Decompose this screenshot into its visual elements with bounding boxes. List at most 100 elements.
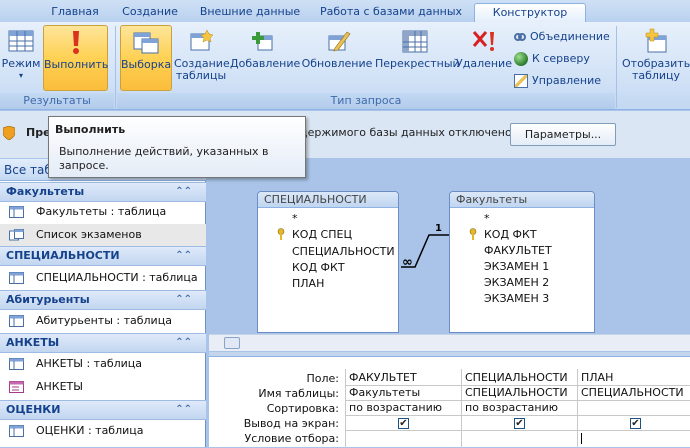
show-checkbox[interactable]: ✔	[398, 418, 409, 429]
collapse-chevron-icon: ⌃⌃	[175, 337, 192, 348]
tab-home[interactable]: Главная	[44, 3, 106, 22]
update-button[interactable]: Обновление	[300, 25, 374, 91]
grid-cell-sort[interactable]: по возрастанию	[462, 400, 576, 415]
nav-group-applicants[interactable]: Абитурьенты ⌃⌃	[0, 290, 206, 310]
message-prefix: Пре	[26, 126, 51, 139]
tooltip: Выполнить Выполнение действий, указанных…	[48, 116, 306, 178]
show-checkbox[interactable]: ✔	[514, 418, 525, 429]
crosstab-icon	[402, 30, 428, 53]
view-label: Режим	[1, 57, 41, 70]
grid-cell-field[interactable]: СПЕЦИАЛЬНОСТИ	[462, 370, 576, 385]
table-specialties[interactable]: СПЕЦИАЛЬНОСТИ * КОД СПЕЦ СПЕЦИАЛЬНОСТИ К…	[257, 191, 399, 333]
exclamation-icon	[72, 31, 79, 54]
field[interactable]: *	[484, 212, 490, 225]
run-button[interactable]: Выполнить	[43, 25, 108, 91]
append-icon	[252, 32, 273, 51]
grid-line	[345, 415, 690, 416]
show-checkbox[interactable]: ✔	[630, 418, 641, 429]
field[interactable]: *	[292, 212, 298, 225]
make-table-button[interactable]: Создание таблицы	[174, 25, 230, 91]
ddl-pencil-icon	[514, 74, 528, 88]
ribbon: Режим ▾ Выполнить Результаты Выборка Соз…	[0, 22, 690, 110]
nav-item[interactable]: Факультеты : таблица	[0, 201, 206, 223]
delete-button[interactable]: Удаление	[456, 25, 512, 91]
passthrough-button[interactable]: К серверу	[514, 50, 590, 68]
delete-label: Удаление	[456, 57, 512, 70]
field[interactable]: КОД ФКТ	[292, 261, 345, 274]
table-faculties[interactable]: Факультеты * КОД ФКТ ФАКУЛЬТЕТ ЭКЗАМЕН 1…	[449, 191, 595, 333]
field[interactable]: ФАКУЛЬТЕТ	[484, 244, 552, 257]
field[interactable]: СПЕЦИАЛЬНОСТИ	[292, 245, 395, 258]
key-icon	[277, 228, 285, 240]
grid-cell-criteria[interactable]	[578, 430, 690, 445]
table-icon	[9, 272, 24, 284]
nav-group-faculties[interactable]: Факультеты ⌃⌃	[0, 182, 206, 202]
options-button[interactable]: Параметры...	[510, 123, 616, 146]
union-label: Объединение	[530, 30, 610, 43]
nav-item[interactable]: АНКЕТЫ : таблица	[0, 353, 206, 375]
row-label-sort: Сортировка:	[266, 402, 339, 415]
horizontal-scrollbar[interactable]	[209, 334, 690, 351]
query-icon	[9, 229, 24, 241]
group-separator	[616, 26, 617, 108]
select-query-button[interactable]: Выборка	[120, 25, 172, 91]
field[interactable]: ПЛАН	[292, 277, 324, 290]
nav-item-label: Факультеты : таблица	[36, 205, 167, 218]
collapse-chevron-icon: ⌃⌃	[175, 294, 192, 305]
tab-create[interactable]: Создание	[118, 3, 182, 22]
grid-cell-sort[interactable]	[578, 400, 690, 415]
append-button[interactable]: Добавление	[230, 25, 300, 91]
ribbon-tabs: Главная Создание Внешние данные Работа с…	[0, 0, 690, 22]
scroll-thumb[interactable]	[224, 337, 240, 349]
field[interactable]: ЭКЗАМЕН 3	[484, 292, 549, 305]
grid-cell-table[interactable]: СПЕЦИАЛЬНОСТИ	[578, 385, 690, 400]
table-icon	[9, 315, 24, 327]
grid-cell-field[interactable]: ПЛАН	[578, 370, 690, 385]
grid-cell-criteria[interactable]	[346, 430, 460, 445]
navigation-pane: Все табл Факультеты ⌃⌃ Факультеты : табли…	[0, 159, 206, 447]
nav-item-label: АНКЕТЫ : таблица	[36, 357, 143, 370]
tab-database-tools[interactable]: Работа с базами данных	[318, 3, 464, 22]
collapse-chevron-icon: ⌃⌃	[175, 186, 192, 197]
ddl-button[interactable]: Управление	[514, 72, 601, 90]
table-icon	[9, 425, 24, 437]
nav-item[interactable]: АНКЕТЫ	[0, 376, 206, 398]
view-button[interactable]: Режим ▾	[0, 25, 42, 91]
nav-item[interactable]: Абитурьенты : таблица	[0, 310, 206, 332]
nav-item[interactable]: ОЦЕНКИ : таблица	[0, 420, 206, 442]
tab-designer[interactable]: Конструктор	[474, 3, 586, 22]
nav-item-selected[interactable]: Список экзаменов	[0, 224, 206, 246]
nav-group-specialties[interactable]: СПЕЦИАЛЬНОСТИ ⌃⌃	[0, 246, 206, 266]
grid-cell-table[interactable]: Факультеты	[346, 385, 460, 400]
crosstab-button[interactable]: Перекрестный	[375, 25, 460, 91]
nav-group-title: СПЕЦИАЛЬНОСТИ	[6, 249, 120, 262]
grid-cell-table[interactable]: СПЕЦИАЛЬНОСТИ	[462, 385, 576, 400]
grid-cell-field[interactable]: ФАКУЛЬТЕТ	[346, 370, 460, 385]
globe-icon	[514, 52, 528, 66]
table-title[interactable]: СПЕЦИАЛЬНОСТИ	[258, 192, 398, 208]
nav-group-grades[interactable]: ОЦЕНКИ ⌃⌃	[0, 400, 206, 420]
collapse-chevron-icon: ⌃⌃	[175, 404, 192, 415]
show-table-button[interactable]: Отобразить таблицу	[622, 25, 690, 91]
nav-item[interactable]: СПЕЦИАЛЬНОСТИ : таблица	[0, 267, 206, 289]
union-button[interactable]: Объединение	[514, 28, 610, 46]
results-group-label: Результаты	[0, 93, 114, 109]
field[interactable]: КОД СПЕЦ	[292, 228, 352, 241]
field[interactable]: ЭКЗАМЕН 2	[484, 276, 549, 289]
grid-cell-sort[interactable]: по возрастанию	[346, 400, 460, 415]
query-design-pane: СПЕЦИАЛЬНОСТИ * КОД СПЕЦ СПЕЦИАЛЬНОСТИ К…	[209, 175, 690, 353]
grid-cell-criteria[interactable]	[462, 430, 576, 445]
row-label-field: Поле:	[306, 372, 339, 385]
nav-item-label: АНКЕТЫ	[36, 380, 83, 393]
key-icon	[469, 228, 477, 240]
tab-external-data[interactable]: Внешние данные	[196, 3, 304, 22]
text-cursor	[581, 433, 582, 444]
field[interactable]: ЭКЗАМЕН 1	[484, 260, 549, 273]
nav-item-label: ОЦЕНКИ : таблица	[36, 424, 144, 437]
update-label: Обновление	[301, 57, 373, 70]
nav-group-questionnaires[interactable]: АНКЕТЫ ⌃⌃	[0, 333, 206, 353]
nav-group-title: Факультеты	[6, 185, 85, 198]
table-title[interactable]: Факультеты	[450, 192, 594, 208]
show-table-label-2: таблицу	[631, 69, 681, 82]
field[interactable]: КОД ФКТ	[484, 228, 537, 241]
